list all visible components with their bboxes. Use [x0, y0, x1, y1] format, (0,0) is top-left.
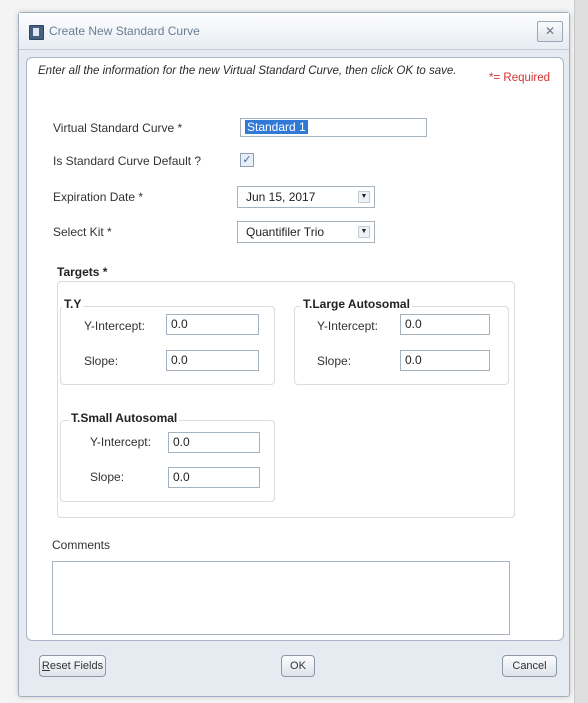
instructions-text: Enter all the information for the new Vi… [38, 65, 457, 77]
expiration-label: Expiration Date * [53, 190, 144, 204]
expiration-date-picker[interactable]: Jun 15, 2017 ▼ [237, 186, 375, 208]
title-bar[interactable]: Create New Standard Curve ✕ [19, 13, 569, 50]
small-y-intercept-input[interactable]: 0.0 [168, 432, 260, 453]
curve-name-input[interactable]: Standard 1 [240, 118, 427, 137]
app-icon [29, 25, 44, 40]
close-button[interactable]: ✕ [537, 21, 563, 42]
kit-value: Quantifiler Trio [246, 225, 325, 239]
required-note: *= Required [489, 72, 551, 84]
reset-fields-button[interactable]: Reset Fields [39, 655, 106, 677]
ok-button[interactable]: OK [281, 655, 315, 677]
large-y-intercept-input[interactable]: 0.0 [400, 314, 490, 335]
target-ty-title: T.Y [62, 297, 84, 311]
large-y-intercept-label: Y-Intercept: [317, 319, 378, 333]
target-small-autosomal-title: T.Small Autosomal [69, 411, 180, 425]
kit-select[interactable]: Quantifiler Trio ▼ [237, 221, 375, 243]
create-standard-curve-dialog: Create New Standard Curve ✕ Enter all th… [18, 12, 570, 697]
curve-name-label: Virtual Standard Curve * [53, 121, 183, 135]
chevron-down-icon[interactable]: ▼ [358, 191, 370, 203]
ty-slope-label: Slope: [84, 354, 119, 368]
small-y-intercept-label: Y-Intercept: [90, 435, 151, 449]
kit-label: Select Kit * [53, 225, 112, 239]
cancel-button[interactable]: Cancel [502, 655, 557, 677]
content-panel: Enter all the information for the new Vi… [26, 57, 564, 641]
large-slope-label: Slope: [317, 354, 352, 368]
ty-y-intercept-label: Y-Intercept: [84, 319, 145, 333]
ty-slope-input[interactable]: 0.0 [166, 350, 259, 371]
curve-name-value: Standard 1 [245, 120, 308, 134]
targets-title: Targets * [55, 265, 110, 279]
chevron-down-icon[interactable]: ▼ [358, 226, 370, 238]
ty-y-intercept-input[interactable]: 0.0 [166, 314, 259, 335]
small-slope-input[interactable]: 0.0 [168, 467, 260, 488]
window-title: Create New Standard Curve [49, 24, 200, 38]
reset-mnemonic: R [41, 660, 50, 672]
large-slope-input[interactable]: 0.0 [400, 350, 490, 371]
default-checkbox[interactable]: ✓ [240, 153, 254, 167]
default-checkbox-label: Is Standard Curve Default ? [53, 154, 202, 168]
comments-textarea[interactable] [52, 561, 510, 635]
small-slope-label: Slope: [90, 470, 125, 484]
target-large-autosomal-title: T.Large Autosomal [301, 297, 412, 311]
background-strip [574, 0, 588, 703]
reset-label: eset Fields [49, 660, 104, 672]
expiration-value: Jun 15, 2017 [246, 190, 316, 204]
comments-label: Comments [52, 538, 111, 552]
